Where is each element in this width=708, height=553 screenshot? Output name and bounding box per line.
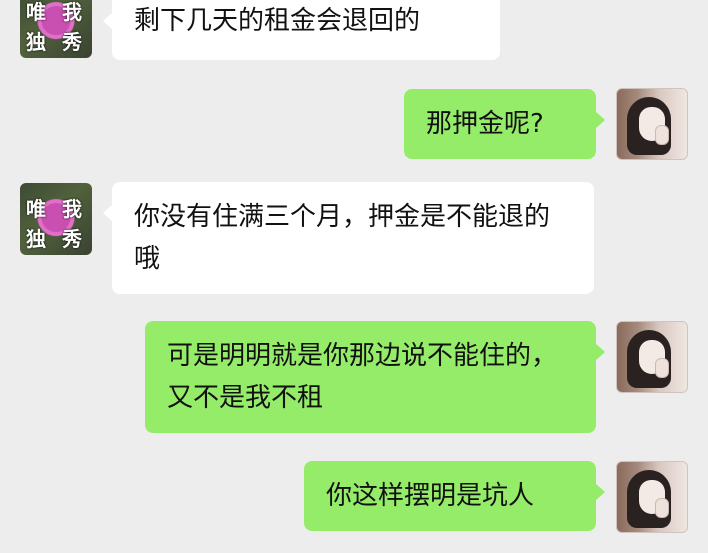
message-bubble-sent[interactable]: 你这样摆明是坑人 bbox=[304, 461, 605, 531]
avatar-self[interactable] bbox=[616, 461, 688, 533]
message-text: 剩下几天的租金会退回的 bbox=[134, 6, 421, 36]
message-bubble-sent[interactable]: 那押金呢? bbox=[404, 89, 605, 159]
avatar-text-3: 独 bbox=[26, 30, 46, 54]
avatar-text-2: 我 bbox=[62, 0, 82, 24]
avatar-contact[interactable]: 唯 我 独 秀 bbox=[20, 0, 92, 58]
avatar-hand-shape bbox=[655, 358, 669, 378]
avatar-text-1: 唯 bbox=[26, 0, 46, 24]
message-bubble-received[interactable]: 剩下几天的租金会退回的 bbox=[103, 0, 500, 60]
avatar-hand-shape bbox=[655, 498, 669, 518]
avatar-text-3: 独 bbox=[26, 227, 46, 251]
avatar-self[interactable] bbox=[616, 88, 688, 160]
avatar-text-1: 唯 bbox=[26, 197, 46, 221]
message-text: 你没有住满三个月，押金是不能退的哦 bbox=[134, 202, 551, 274]
avatar-self[interactable] bbox=[616, 321, 688, 393]
avatar-text-4: 秀 bbox=[62, 30, 82, 54]
message-text: 那押金呢? bbox=[426, 109, 544, 139]
avatar-hand-shape bbox=[655, 125, 669, 145]
message-text: 你这样摆明是坑人 bbox=[326, 481, 535, 511]
avatar-text-2: 我 bbox=[62, 197, 82, 221]
avatar-text-4: 秀 bbox=[62, 227, 82, 251]
message-bubble-received[interactable]: 你没有住满三个月，押金是不能退的哦 bbox=[103, 182, 594, 294]
message-text: 可是明明就是你那边说不能住的，又不是我不租 bbox=[167, 341, 558, 413]
avatar-contact[interactable]: 唯 我 独 秀 bbox=[20, 183, 92, 255]
message-bubble-sent[interactable]: 可是明明就是你那边说不能住的，又不是我不租 bbox=[145, 321, 605, 433]
